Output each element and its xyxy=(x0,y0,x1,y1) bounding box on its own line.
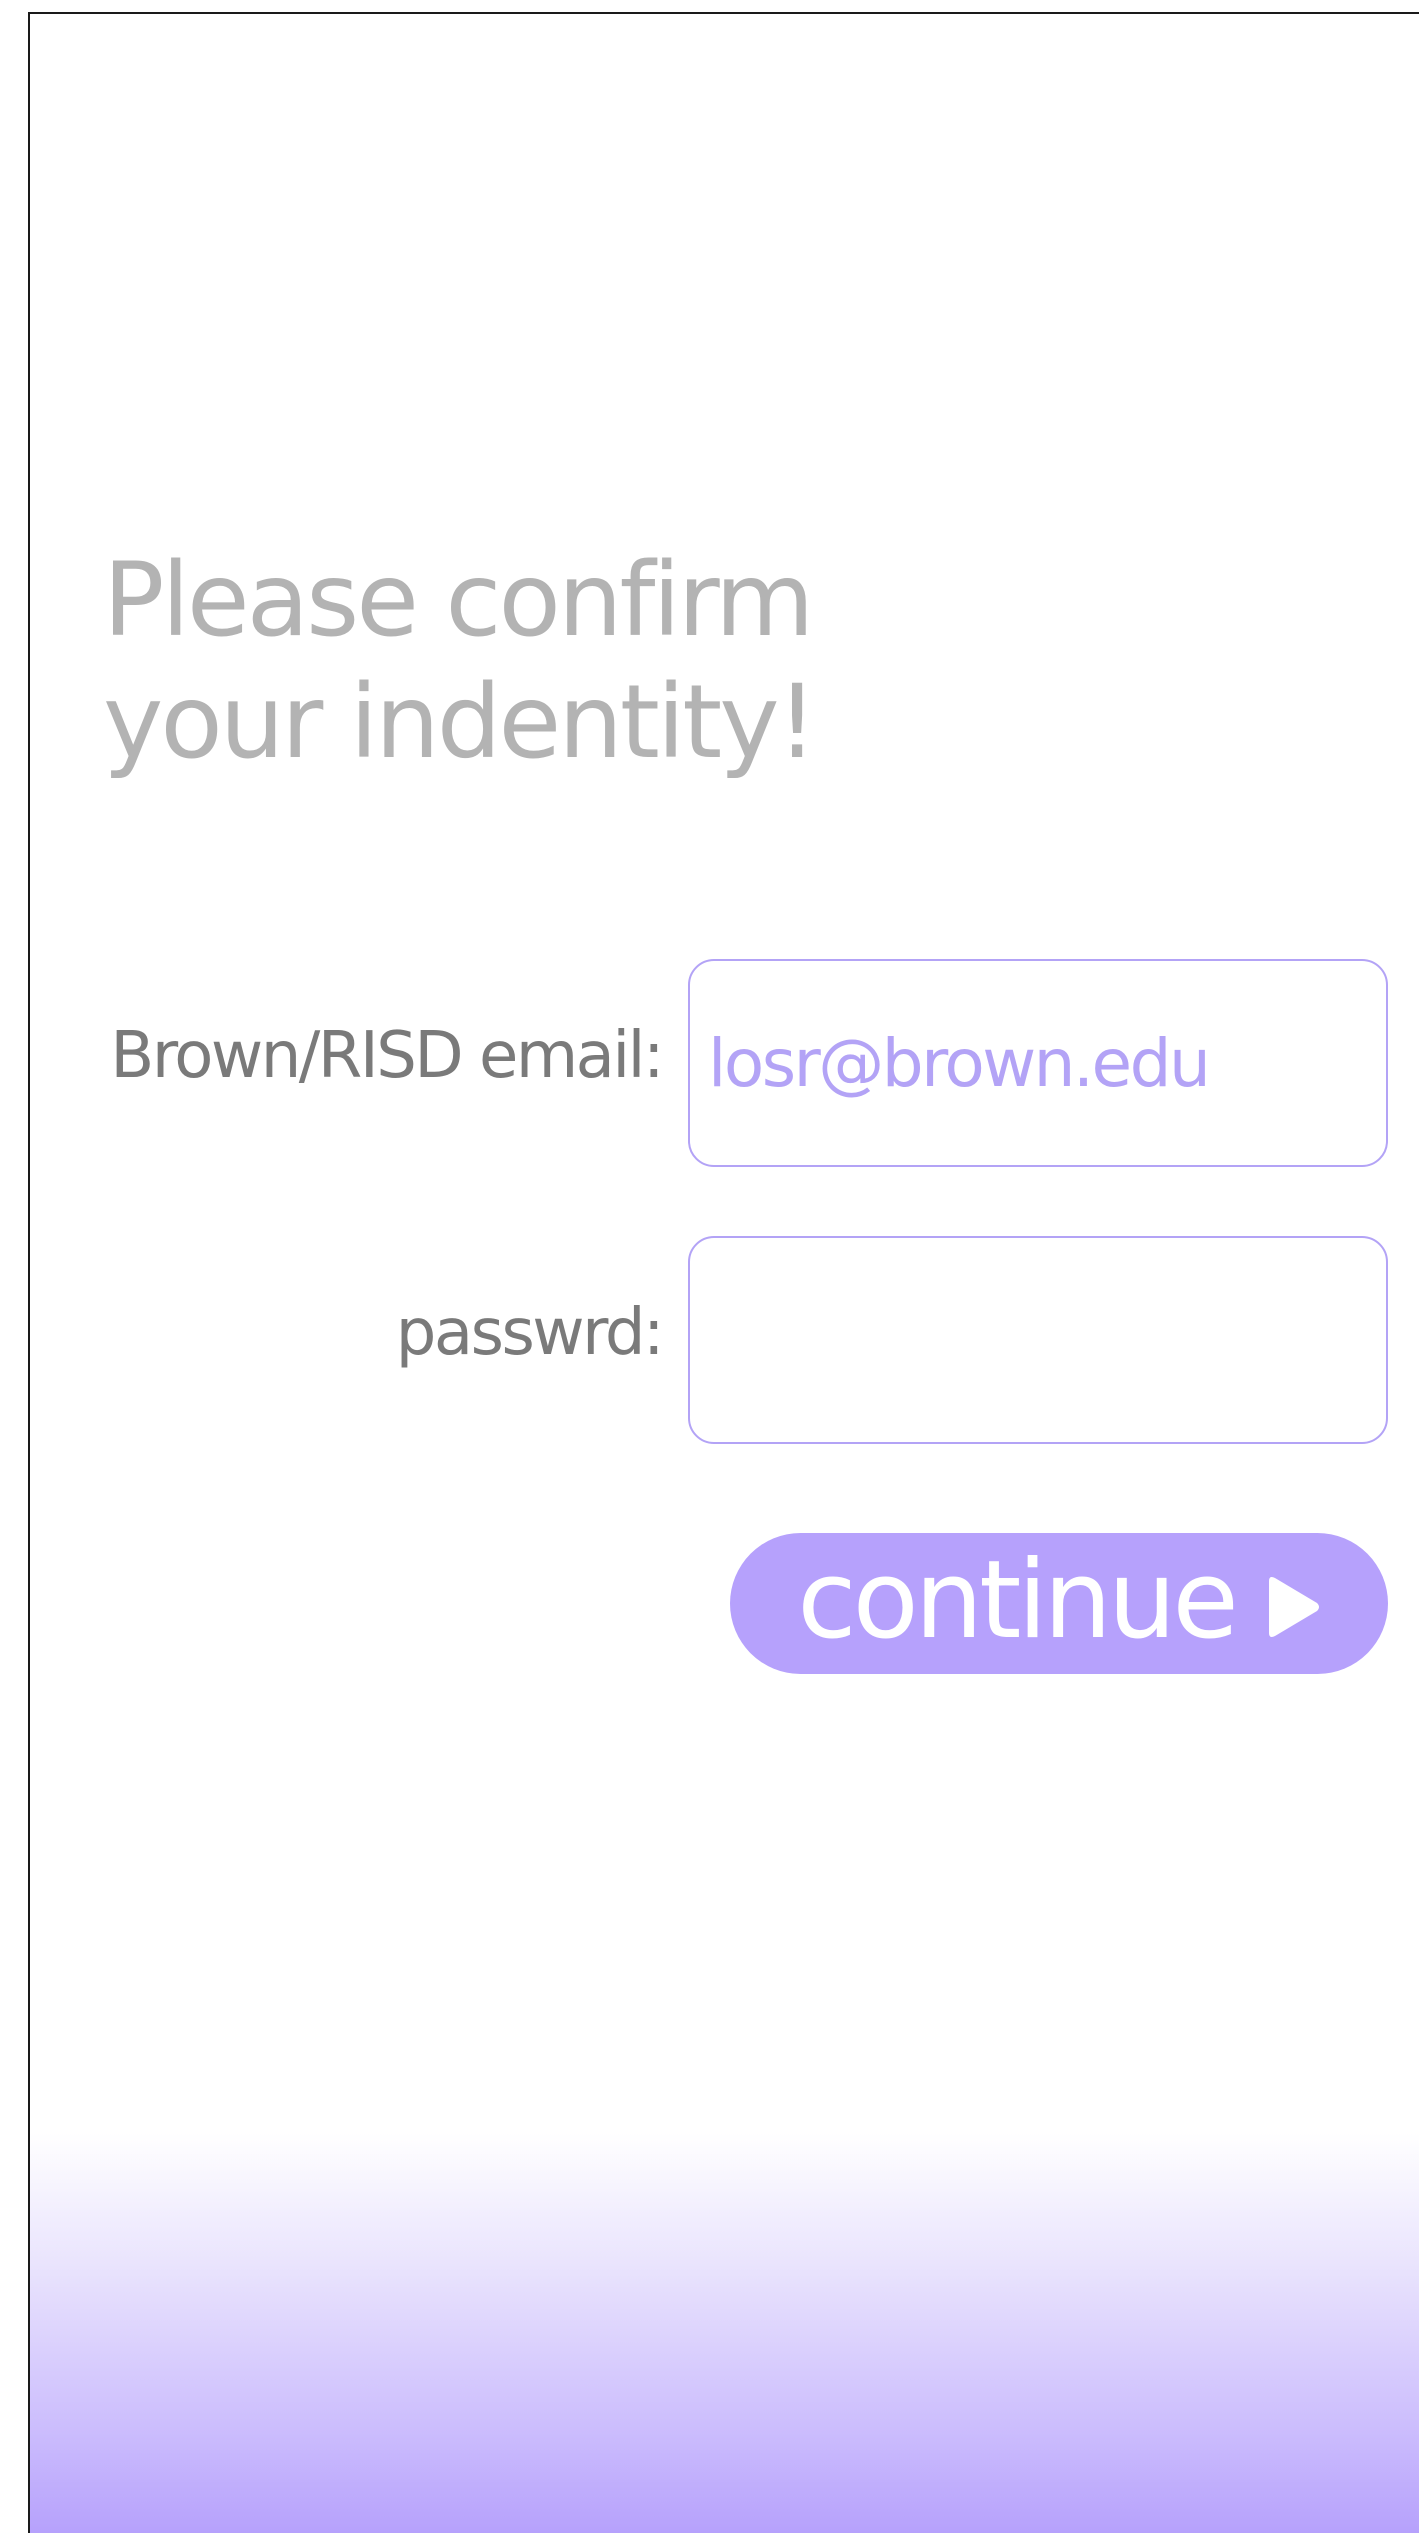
password-field[interactable] xyxy=(688,1236,1388,1444)
page-title-line-1: Please confirm xyxy=(103,541,814,660)
play-icon xyxy=(1268,1576,1319,1637)
login-screen: Please confirm your indentity! Brown/RIS… xyxy=(28,12,1419,2533)
email-field-value: losr@brown.edu xyxy=(708,1024,1211,1102)
email-field[interactable]: losr@brown.edu xyxy=(688,959,1388,1167)
page-title: Please confirm your indentity! xyxy=(103,540,817,784)
bottom-gradient xyxy=(30,2133,1419,2533)
password-label: passwrd: xyxy=(395,1296,665,1370)
continue-button-label: continue xyxy=(797,1537,1239,1663)
email-label: Brown/RISD email: xyxy=(110,1019,664,1093)
page-title-line-2: your indentity! xyxy=(103,663,817,782)
continue-button[interactable]: continue xyxy=(730,1533,1388,1674)
